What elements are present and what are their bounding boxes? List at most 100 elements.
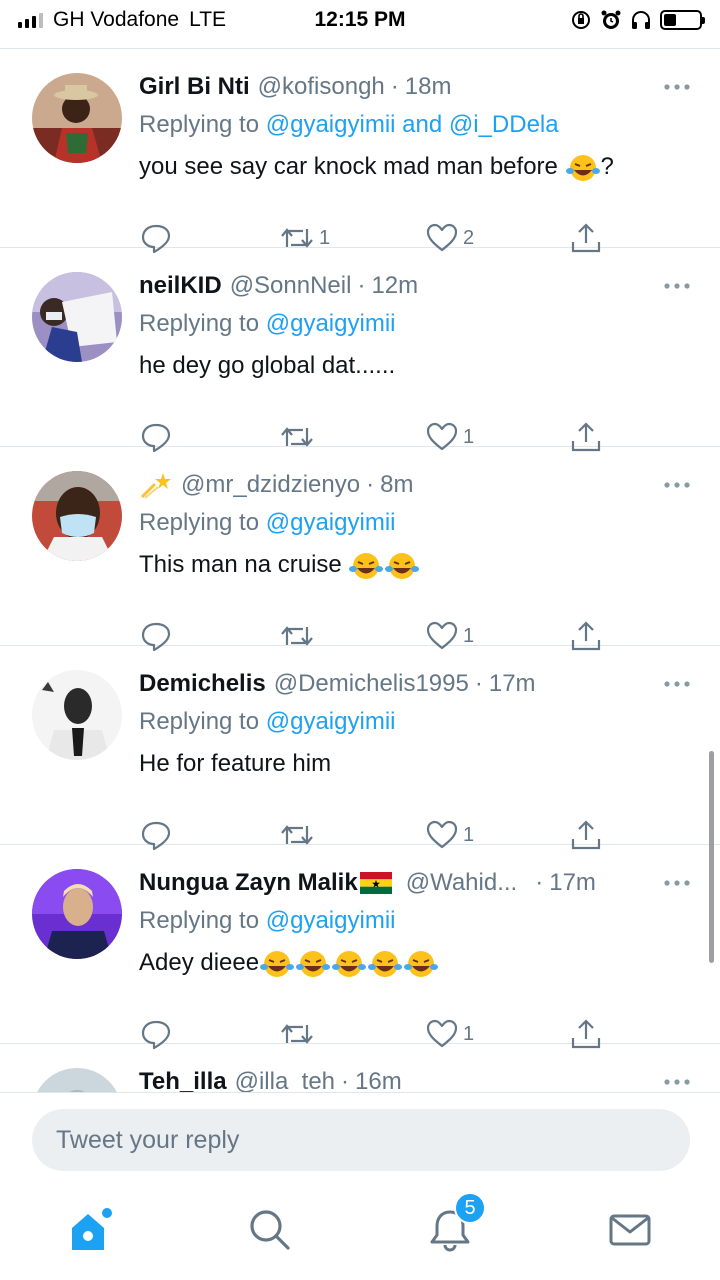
battery-icon xyxy=(660,10,705,30)
tab-search[interactable] xyxy=(240,1200,300,1260)
more-options-icon[interactable] xyxy=(662,276,692,296)
laughing-emoji-icon xyxy=(296,950,331,977)
tab-home[interactable] xyxy=(60,1200,120,1260)
laughing-emoji-icon xyxy=(349,552,384,579)
avatar[interactable] xyxy=(32,73,122,163)
reply-composer: Tweet your reply xyxy=(0,1092,720,1190)
mention-link[interactable]: @gyaigyimii xyxy=(266,111,396,138)
notifications-badge: 5 xyxy=(454,1192,486,1224)
avatar[interactable] xyxy=(32,670,122,760)
tweet-reply[interactable]: Teh_illa @illa_teh · 16m xyxy=(0,1044,720,1092)
tweet-text: He for feature him xyxy=(139,750,332,777)
laughing-emoji-icon xyxy=(260,950,295,977)
mention-link[interactable]: @gyaigyimii xyxy=(266,708,396,735)
like-count: 1 xyxy=(463,425,475,448)
avatar[interactable] xyxy=(32,272,122,362)
display-name[interactable]: neilKID xyxy=(139,272,222,300)
tweet-reply[interactable]: Girl Bi Nti @kofisongh · 18m Replying to… xyxy=(0,49,720,254)
timestamp: 8m xyxy=(380,471,414,498)
like-count: 1 xyxy=(463,1022,475,1045)
mail-icon xyxy=(609,1214,651,1246)
display-name[interactable]: Girl Bi Nti xyxy=(139,73,250,101)
tab-notifications[interactable]: 5 xyxy=(420,1192,486,1260)
tweet-reply-input[interactable]: Tweet your reply xyxy=(32,1109,690,1171)
laughing-emoji-icon xyxy=(385,552,420,579)
tweet-reply[interactable]: Nungua Zayn Malik @Wahid... · 17m Replyi… xyxy=(0,845,720,1050)
status-bar: GH Vodafone LTE 12:15 PM xyxy=(0,0,720,40)
timestamp: 17m xyxy=(488,670,536,697)
timestamp: 16m xyxy=(355,1068,402,1092)
timestamp: 17m xyxy=(549,869,596,896)
separator-dot: · xyxy=(390,73,399,100)
separator-dot: · xyxy=(357,272,366,299)
search-icon xyxy=(250,1210,290,1250)
tweet-reply[interactable]: neilKID @SonnNeil · 12m Replying to @gya… xyxy=(0,248,720,453)
signal-icon xyxy=(18,12,43,28)
avatar[interactable] xyxy=(32,471,122,561)
like-count: 2 xyxy=(463,226,475,249)
tweet-text-content: you see say car knock mad man before xyxy=(139,153,558,180)
user-handle[interactable]: @illa_teh xyxy=(235,1068,335,1092)
more-options-icon[interactable] xyxy=(662,873,692,893)
tweet-text: This man na cruise xyxy=(139,543,692,587)
replying-to-label: Replying to xyxy=(139,310,266,337)
display-name[interactable]: Demichelis xyxy=(139,670,266,698)
user-handle[interactable]: @SonnNeil xyxy=(230,272,352,300)
tweet-text: he dey go global dat...... xyxy=(139,352,396,379)
avatar[interactable] xyxy=(32,869,122,959)
scrollbar[interactable] xyxy=(709,751,714,963)
separator-dot: · xyxy=(341,1068,350,1092)
tweet-reply[interactable]: @mr_dzidzienyo · 8m Replying to @gyaigyi… xyxy=(0,447,720,652)
home-icon xyxy=(72,1208,112,1250)
replying-to: Replying to @gyaigyimii xyxy=(139,702,692,742)
user-handle[interactable]: @Demichelis1995 xyxy=(274,670,469,698)
like-count: 1 xyxy=(463,823,475,846)
tweet-text: Adey dieee xyxy=(139,941,692,985)
replying-to: Replying to @gyaigyimii and @i_DDela xyxy=(139,105,692,145)
mention-link[interactable]: @i_DDela xyxy=(449,111,559,138)
tweet-text-content: This man na cruise xyxy=(139,551,342,578)
tweet-reply[interactable]: Demichelis @Demichelis1995 · 17m Replyin… xyxy=(0,646,720,851)
laughing-emoji-icon xyxy=(565,154,600,181)
replying-to-label: Replying to xyxy=(139,708,266,735)
tweet-text: you see say car knock mad man before ? xyxy=(139,145,692,189)
mention-link[interactable]: @gyaigyimii xyxy=(266,509,396,536)
laughing-emoji-icon xyxy=(332,950,367,977)
bottom-tab-bar: 5 xyxy=(0,1190,720,1280)
mention-joiner: and xyxy=(395,111,449,138)
user-handle[interactable]: @Wahid... xyxy=(406,869,518,897)
mention-link[interactable]: @gyaigyimii xyxy=(266,310,396,337)
network-label: LTE xyxy=(189,8,227,31)
user-handle[interactable]: @mr_dzidzienyo xyxy=(181,471,360,499)
tab-messages[interactable] xyxy=(600,1200,660,1260)
replying-to-label: Replying to xyxy=(139,907,266,934)
ghana-flag-icon xyxy=(359,872,392,894)
like-count: 1 xyxy=(463,624,475,647)
display-name[interactable]: Nungua Zayn Malik xyxy=(139,869,358,897)
replying-to-label: Replying to xyxy=(139,111,266,138)
alarm-icon xyxy=(601,10,621,29)
separator-dot: · xyxy=(474,670,483,697)
replying-to: Replying to @gyaigyimii xyxy=(139,304,692,344)
tweet-text-content: Adey dieee xyxy=(139,949,260,976)
separator-dot: · xyxy=(535,869,544,896)
laughing-emoji-icon xyxy=(404,950,439,977)
orientation-lock-icon xyxy=(572,11,590,29)
separator-dot: · xyxy=(366,471,375,498)
shooting-star-icon xyxy=(140,473,171,499)
more-options-icon[interactable] xyxy=(662,1072,692,1092)
replying-to-label: Replying to xyxy=(139,509,266,536)
timestamp: 18m xyxy=(404,73,452,100)
display-name[interactable]: Teh_illa xyxy=(139,1068,227,1092)
headphones-icon xyxy=(632,11,650,29)
mention-link[interactable]: @gyaigyimii xyxy=(266,907,396,934)
more-options-icon[interactable] xyxy=(662,475,692,495)
replying-to: Replying to @gyaigyimii xyxy=(139,503,692,543)
more-options-icon[interactable] xyxy=(662,77,692,97)
avatar[interactable] xyxy=(32,1068,122,1092)
user-handle[interactable]: @kofisongh xyxy=(258,73,385,101)
retweet-count: 1 xyxy=(319,226,331,249)
laughing-emoji-icon xyxy=(368,950,403,977)
more-options-icon[interactable] xyxy=(662,674,692,694)
replies-feed[interactable]: Girl Bi Nti @kofisongh · 18m Replying to… xyxy=(0,48,720,1092)
